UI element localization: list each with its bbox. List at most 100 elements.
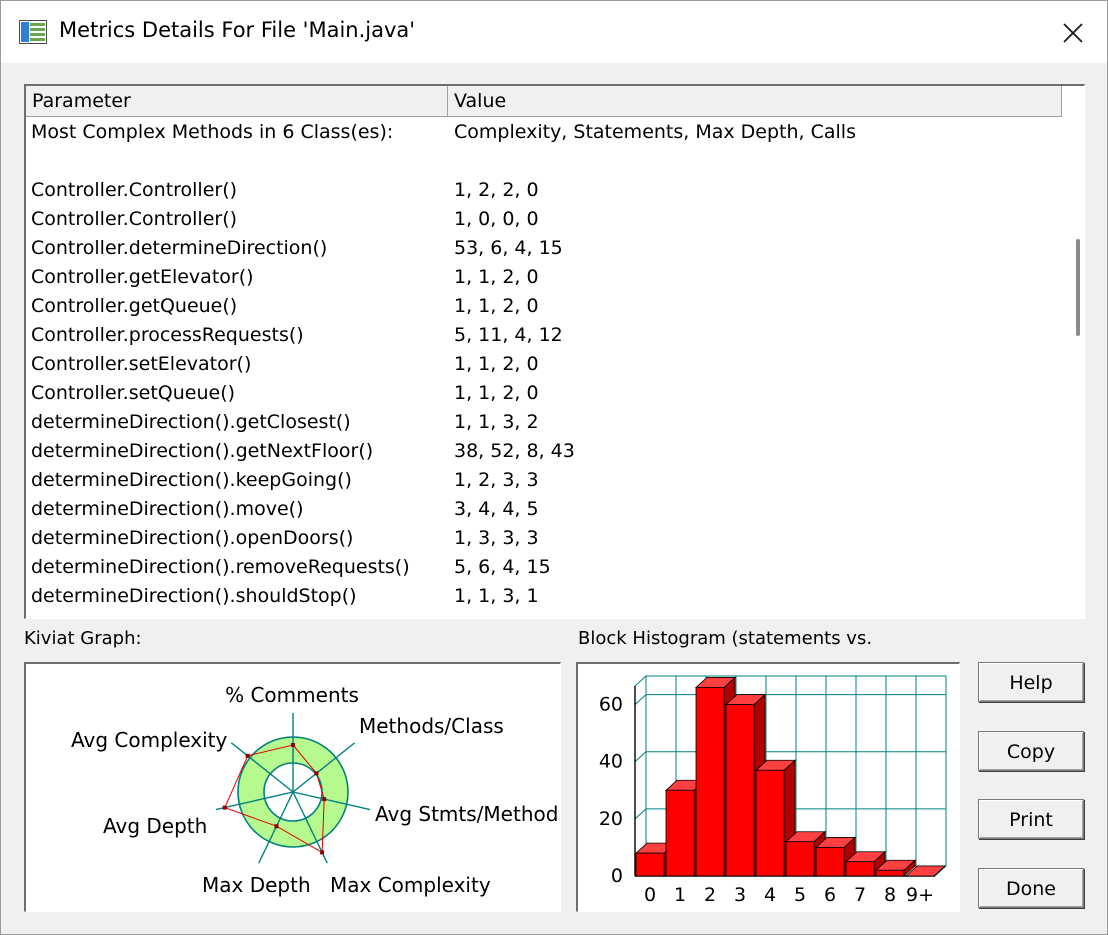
histogram-bar — [845, 861, 875, 877]
table-row[interactable]: Controller.Controller() 1, 0, 0, 0 — [26, 205, 1062, 234]
value-cell: 38, 52, 8, 43 — [454, 440, 575, 462]
app-icon — [19, 20, 47, 44]
table-row[interactable]: Most Complex Methods in 6 Class(es): Comp… — [26, 118, 1062, 147]
kiviat-axis-label-avg-stmts: Avg Stmts/Method — [375, 802, 558, 826]
histogram-x-tick-label: 3 — [734, 884, 746, 906]
histogram-x-tick-label: 4 — [764, 884, 776, 906]
table-row[interactable]: determineDirection().getClosest() 1, 1, 3… — [26, 408, 1062, 437]
parameter-cell: Most Complex Methods in 6 Class(es): — [31, 121, 394, 143]
print-button[interactable]: Print — [978, 799, 1084, 839]
kiviat-point — [291, 743, 295, 747]
kiviat-point — [274, 824, 279, 829]
kiviat-point — [222, 805, 227, 810]
histogram-bar — [815, 847, 845, 877]
help-button[interactable]: Help — [978, 662, 1084, 702]
kiviat-label: Kiviat Graph: — [24, 628, 142, 649]
kiviat-point — [322, 797, 327, 802]
table-row[interactable] — [26, 147, 1062, 176]
metrics-table[interactable]: Parameter Value Most Complex Methods in … — [24, 84, 1085, 619]
value-cell: 1, 1, 2, 0 — [454, 353, 539, 375]
parameter-cell: Controller.determineDirection() — [31, 237, 328, 259]
histogram-label: Block Histogram (statements vs. — [578, 628, 873, 649]
histogram-gridline-side — [634, 751, 647, 763]
value-cell: 3, 4, 4, 5 — [454, 498, 539, 520]
histogram-bar — [755, 769, 785, 877]
histogram-bar — [695, 687, 725, 877]
column-header-parameter[interactable]: Parameter — [26, 86, 448, 116]
window-title: Metrics Details For File 'Main.java' — [59, 18, 416, 42]
histogram-y-tick-label: 20 — [599, 808, 623, 830]
histogram-x-tick-label: 8 — [884, 884, 896, 906]
histogram-x-tick-label: 7 — [854, 884, 866, 906]
title-bar: Metrics Details For File 'Main.java' — [1, 1, 1107, 63]
parameter-cell: Controller.processRequests() — [31, 324, 304, 346]
value-cell: 1, 0, 0, 0 — [454, 208, 539, 230]
parameter-cell: Controller.getElevator() — [31, 266, 254, 288]
table-row[interactable]: Controller.setQueue() 1, 1, 2, 0 — [26, 379, 1062, 408]
histogram-bar — [665, 789, 695, 877]
histogram-x-tick-label: 0 — [644, 884, 656, 906]
histogram-x-tick-label: 6 — [824, 884, 836, 906]
value-cell: 1, 1, 3, 1 — [454, 585, 539, 607]
kiviat-graph: % Comments Methods/Class Avg Stmts/Metho… — [24, 662, 561, 912]
histogram-bar — [785, 841, 815, 877]
done-button[interactable]: Done — [978, 868, 1084, 908]
scrollbar-thumb[interactable] — [1076, 239, 1080, 336]
parameter-cell: determineDirection().getClosest() — [31, 411, 351, 433]
histogram-bar — [725, 704, 755, 877]
value-cell: 1, 2, 2, 0 — [454, 179, 539, 201]
table-row[interactable]: Controller.getQueue() 1, 1, 2, 0 — [26, 292, 1062, 321]
table-row[interactable]: Controller.determineDirection() 53, 6, 4,… — [26, 234, 1062, 263]
table-row[interactable]: determineDirection().removeRequests() 5, … — [26, 553, 1062, 582]
parameter-cell: determineDirection().move() — [31, 498, 304, 520]
kiviat-axis-label-max-complexity: Max Complexity — [330, 873, 491, 897]
histogram-x-tick-label: 9+ — [906, 884, 934, 906]
kiviat-svg: % Comments Methods/Class Avg Stmts/Metho… — [71, 683, 558, 897]
parameter-cell: Controller.Controller() — [31, 208, 238, 230]
table-row[interactable]: Controller.setElevator() 1, 1, 2, 0 — [26, 350, 1062, 379]
table-row[interactable]: determineDirection().shouldStop() 1, 1, 3… — [26, 582, 1062, 611]
metrics-dialog: Metrics Details For File 'Main.java' Par… — [0, 0, 1108, 935]
value-cell: 5, 11, 4, 12 — [454, 324, 563, 346]
value-cell: Complexity, Statements, Max Depth, Calls — [454, 121, 856, 143]
table-row[interactable]: determineDirection().move() 3, 4, 4, 5 — [26, 495, 1062, 524]
close-button[interactable] — [1043, 11, 1103, 55]
table-row[interactable]: Controller.getElevator() 1, 1, 2, 0 — [26, 263, 1062, 292]
histogram-y-tick-label: 0 — [611, 865, 623, 887]
parameter-cell: determineDirection().keepGoing() — [31, 469, 352, 491]
value-cell: 1, 1, 2, 0 — [454, 295, 539, 317]
parameter-cell: Controller.setElevator() — [31, 353, 252, 375]
kiviat-point — [320, 850, 325, 855]
histogram-x-tick-label: 2 — [704, 884, 716, 906]
histogram-wall-edge — [634, 675, 647, 687]
kiviat-axis-label-comments: % Comments — [225, 683, 359, 707]
histogram-x-tick-label: 1 — [674, 884, 686, 906]
table-body: Most Complex Methods in 6 Class(es): Comp… — [26, 118, 1062, 611]
histogram-bar — [875, 869, 905, 877]
table-row[interactable]: Controller.processRequests() 5, 11, 4, 12 — [26, 321, 1062, 350]
table-row[interactable]: Controller.Controller() 1, 2, 2, 0 — [26, 176, 1062, 205]
column-header-value[interactable]: Value — [448, 86, 1062, 116]
parameter-cell: determineDirection().openDoors() — [31, 527, 354, 549]
table-row[interactable]: determineDirection().getNextFloor() 38, 5… — [26, 437, 1062, 466]
kiviat-point — [314, 771, 319, 776]
value-cell: 5, 6, 4, 15 — [454, 556, 551, 578]
kiviat-axis-label-avg-depth: Avg Depth — [103, 814, 207, 838]
histogram-y-tick-label: 40 — [599, 751, 623, 773]
copy-button[interactable]: Copy — [978, 731, 1084, 771]
parameter-cell: determineDirection().removeRequests() — [31, 556, 410, 578]
table-row[interactable]: determineDirection().keepGoing() 1, 2, 3,… — [26, 466, 1062, 495]
value-cell: 1, 1, 2, 0 — [454, 266, 539, 288]
kiviat-axis-label-avg-complexity: Avg Complexity — [71, 728, 228, 752]
table-header: Parameter Value — [26, 86, 1062, 117]
parameter-cell: Controller.getQueue() — [31, 295, 238, 317]
parameter-cell: Controller.Controller() — [31, 179, 238, 201]
value-cell: 1, 2, 3, 3 — [454, 469, 539, 491]
kiviat-axis-label-methods-class: Methods/Class — [359, 714, 504, 738]
table-row[interactable]: determineDirection().openDoors() 1, 3, 3,… — [26, 524, 1062, 553]
vertical-scrollbar[interactable] — [1062, 86, 1084, 618]
parameter-cell: determineDirection().shouldStop() — [31, 585, 357, 607]
parameter-cell: determineDirection().getNextFloor() — [31, 440, 374, 462]
close-icon — [1063, 23, 1083, 43]
histogram-y-tick-label: 60 — [599, 694, 623, 716]
